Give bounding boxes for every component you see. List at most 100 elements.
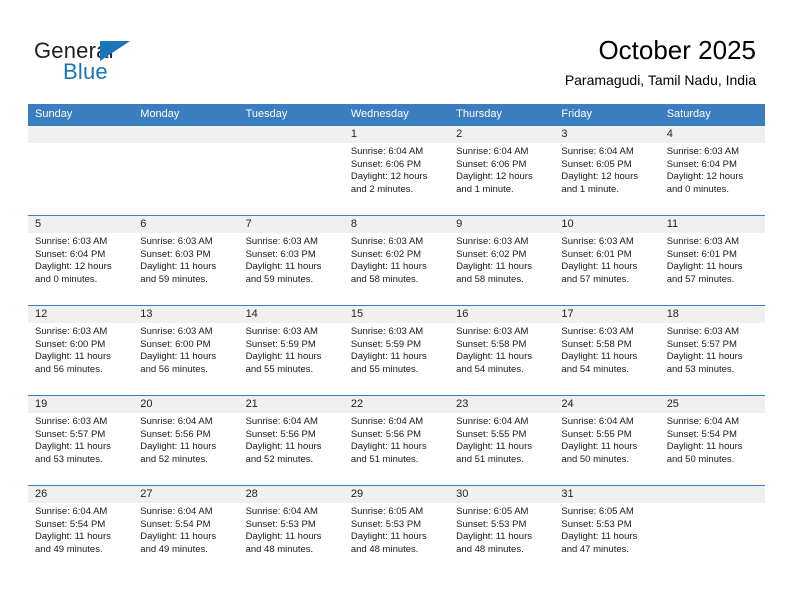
day-details: Sunrise: 6:03 AM Sunset: 6:03 PM Dayligh… — [133, 233, 238, 286]
daylight-text-line2: and 52 minutes. — [245, 453, 314, 465]
day-cell[interactable]: 20 Sunrise: 6:04 AM Sunset: 5:56 PM Dayl… — [133, 396, 239, 485]
day-cell[interactable]: 19 Sunrise: 6:03 AM Sunset: 5:57 PM Dayl… — [28, 396, 134, 485]
day-cell[interactable]: 9 Sunrise: 6:03 AM Sunset: 6:02 PM Dayli… — [449, 216, 555, 305]
day-number-strip: 29 — [343, 486, 450, 503]
day-cell[interactable]: 7 Sunrise: 6:03 AM Sunset: 6:03 PM Dayli… — [238, 216, 344, 305]
day-details: Sunrise: 6:04 AM Sunset: 5:53 PM Dayligh… — [239, 503, 344, 556]
sunset-text: Sunset: 5:55 PM — [456, 428, 527, 440]
day-details: Sunrise: 6:03 AM Sunset: 6:00 PM Dayligh… — [133, 323, 238, 376]
sunset-text: Sunset: 5:56 PM — [140, 428, 211, 440]
day-number: 27 — [140, 488, 153, 500]
day-cell[interactable]: 1 Sunrise: 6:04 AM Sunset: 6:06 PM Dayli… — [343, 126, 450, 215]
day-details — [239, 143, 344, 146]
day-cell[interactable]: 15 Sunrise: 6:03 AM Sunset: 5:59 PM Dayl… — [343, 306, 450, 395]
daylight-text-line1: Daylight: 11 hours — [140, 261, 217, 273]
daylight-text-line1: Daylight: 11 hours — [456, 261, 532, 273]
day-number-strip: 30 — [449, 486, 555, 503]
day-details — [28, 143, 133, 146]
sunset-text: Sunset: 6:04 PM — [666, 158, 737, 170]
day-details: Sunrise: 6:03 AM Sunset: 6:02 PM Dayligh… — [344, 233, 449, 286]
daylight-text-line1: Daylight: 11 hours — [35, 441, 111, 453]
day-details: Sunrise: 6:04 AM Sunset: 5:56 PM Dayligh… — [133, 413, 238, 466]
day-cell[interactable]: 17 Sunrise: 6:03 AM Sunset: 5:58 PM Dayl… — [554, 306, 660, 395]
sunrise-text: Sunrise: 6:04 AM — [456, 416, 529, 427]
daylight-text-line1: Daylight: 12 hours — [561, 171, 638, 183]
day-details: Sunrise: 6:03 AM Sunset: 5:58 PM Dayligh… — [449, 323, 554, 376]
day-cell[interactable]: 18 Sunrise: 6:03 AM Sunset: 5:57 PM Dayl… — [659, 306, 765, 395]
day-details: Sunrise: 6:05 AM Sunset: 5:53 PM Dayligh… — [449, 503, 554, 556]
day-number: 5 — [35, 218, 42, 230]
day-cell[interactable]: 2 Sunrise: 6:04 AM Sunset: 6:06 PM Dayli… — [449, 126, 555, 215]
day-number-strip — [28, 126, 134, 143]
daylight-text-line2: and 49 minutes. — [140, 543, 208, 555]
day-number-strip: 28 — [238, 486, 344, 503]
daylight-text-line2: and 59 minutes. — [245, 273, 314, 285]
day-cell[interactable]: 30 Sunrise: 6:05 AM Sunset: 5:53 PM Dayl… — [449, 486, 555, 575]
daylight-text-line2: and 2 minutes. — [350, 183, 414, 195]
day-number: 29 — [350, 488, 364, 500]
weekday-header-monday: Monday — [140, 108, 180, 120]
sunset-text: Sunset: 6:05 PM — [561, 158, 632, 170]
day-cell[interactable]: 10 Sunrise: 6:03 AM Sunset: 6:01 PM Dayl… — [554, 216, 660, 305]
day-details: Sunrise: 6:03 AM Sunset: 6:01 PM Dayligh… — [660, 233, 765, 286]
day-number: 7 — [245, 218, 252, 230]
day-number-strip: 14 — [238, 306, 344, 323]
sunrise-text: Sunrise: 6:03 AM — [666, 236, 740, 247]
day-cell[interactable]: 28 Sunrise: 6:04 AM Sunset: 5:53 PM Dayl… — [238, 486, 344, 575]
day-number-strip: 18 — [659, 306, 765, 323]
day-details: Sunrise: 6:03 AM Sunset: 6:04 PM Dayligh… — [28, 233, 133, 286]
week-row: 26 Sunrise: 6:04 AM Sunset: 5:54 PM Dayl… — [28, 485, 765, 575]
daylight-text-line1: Daylight: 11 hours — [245, 441, 322, 453]
sunset-text: Sunset: 5:57 PM — [666, 338, 737, 350]
day-cell[interactable]: 8 Sunrise: 6:03 AM Sunset: 6:02 PM Dayli… — [343, 216, 450, 305]
sunrise-text: Sunrise: 6:04 AM — [245, 416, 318, 427]
day-cell[interactable]: 5 Sunrise: 6:03 AM Sunset: 6:04 PM Dayli… — [28, 216, 134, 305]
daylight-text-line2: and 53 minutes. — [666, 363, 735, 375]
day-cell[interactable]: 26 Sunrise: 6:04 AM Sunset: 5:54 PM Dayl… — [28, 486, 134, 575]
day-cell[interactable]: 13 Sunrise: 6:03 AM Sunset: 6:00 PM Dayl… — [133, 306, 239, 395]
day-cell[interactable]: 16 Sunrise: 6:03 AM Sunset: 5:58 PM Dayl… — [449, 306, 555, 395]
day-cell[interactable] — [133, 126, 239, 215]
day-cell[interactable]: 11 Sunrise: 6:03 AM Sunset: 6:01 PM Dayl… — [659, 216, 765, 305]
daylight-text-line2: and 55 minutes. — [350, 363, 419, 375]
day-cell[interactable]: 12 Sunrise: 6:03 AM Sunset: 6:00 PM Dayl… — [28, 306, 134, 395]
day-number: 19 — [35, 398, 48, 410]
day-cell[interactable] — [238, 126, 344, 215]
day-cell[interactable]: 25 Sunrise: 6:04 AM Sunset: 5:54 PM Dayl… — [659, 396, 765, 485]
day-cell[interactable]: 22 Sunrise: 6:04 AM Sunset: 5:56 PM Dayl… — [343, 396, 450, 485]
daylight-text-line2: and 1 minute. — [456, 183, 514, 195]
day-number-strip: 5 — [28, 216, 134, 233]
day-cell[interactable]: 23 Sunrise: 6:04 AM Sunset: 5:55 PM Dayl… — [449, 396, 555, 485]
day-cell[interactable]: 4 Sunrise: 6:03 AM Sunset: 6:04 PM Dayli… — [659, 126, 765, 215]
sunset-text: Sunset: 6:06 PM — [350, 158, 422, 170]
day-cell[interactable]: 24 Sunrise: 6:04 AM Sunset: 5:55 PM Dayl… — [554, 396, 660, 485]
day-cell[interactable]: 21 Sunrise: 6:04 AM Sunset: 5:56 PM Dayl… — [238, 396, 344, 485]
day-number-strip: 31 — [554, 486, 660, 503]
day-number-strip: 1 — [343, 126, 450, 143]
day-cell[interactable] — [659, 486, 765, 575]
sunrise-text: Sunrise: 6:03 AM — [140, 236, 213, 247]
day-number-strip — [238, 126, 344, 143]
day-cell[interactable]: 27 Sunrise: 6:04 AM Sunset: 5:54 PM Dayl… — [133, 486, 239, 575]
sunset-text: Sunset: 5:53 PM — [350, 518, 422, 530]
day-cell[interactable] — [28, 126, 134, 215]
sunset-text: Sunset: 5:54 PM — [35, 518, 106, 530]
daylight-text-line1: Daylight: 11 hours — [456, 441, 532, 453]
daylight-text-line2: and 47 minutes. — [561, 543, 630, 555]
day-number: 10 — [561, 218, 574, 230]
sunset-text: Sunset: 6:03 PM — [245, 248, 316, 260]
sunset-text: Sunset: 5:57 PM — [35, 428, 106, 440]
weekday-header-thursday: Thursday — [456, 108, 502, 120]
day-details: Sunrise: 6:04 AM Sunset: 5:56 PM Dayligh… — [239, 413, 344, 466]
daylight-text-line1: Daylight: 11 hours — [350, 531, 427, 543]
day-number: 4 — [666, 128, 673, 140]
daylight-text-line2: and 49 minutes. — [35, 543, 103, 555]
day-number-strip: 17 — [554, 306, 660, 323]
day-cell[interactable]: 31 Sunrise: 6:05 AM Sunset: 5:53 PM Dayl… — [554, 486, 660, 575]
sunset-text: Sunset: 6:06 PM — [456, 158, 527, 170]
day-cell[interactable]: 6 Sunrise: 6:03 AM Sunset: 6:03 PM Dayli… — [133, 216, 239, 305]
day-cell[interactable]: 14 Sunrise: 6:03 AM Sunset: 5:59 PM Dayl… — [238, 306, 344, 395]
day-number: 13 — [140, 308, 153, 320]
day-cell[interactable]: 29 Sunrise: 6:05 AM Sunset: 5:53 PM Dayl… — [343, 486, 450, 575]
day-cell[interactable]: 3 Sunrise: 6:04 AM Sunset: 6:05 PM Dayli… — [554, 126, 660, 215]
